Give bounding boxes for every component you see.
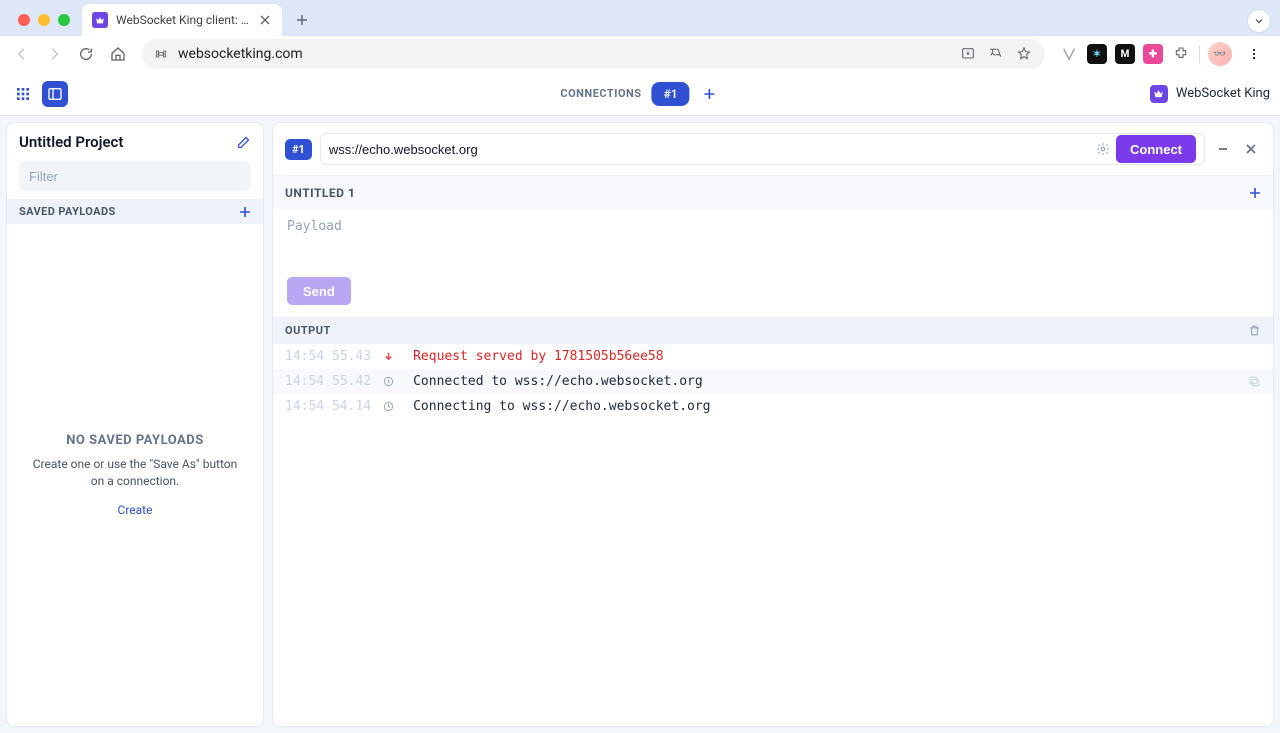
copy-icon[interactable] <box>1248 375 1261 388</box>
minimize-panel-icon[interactable] <box>1213 139 1233 159</box>
output-label: OUTPUT <box>285 324 331 337</box>
add-payload-tab-icon[interactable] <box>1249 187 1261 199</box>
browser-tab[interactable]: WebSocket King client: A test <box>82 4 282 36</box>
connection-panel: #1 Connect UNTITLED 1 <box>272 122 1274 727</box>
extension-v-icon[interactable] <box>1059 44 1079 64</box>
sidebar: Untitled Project SAVED PAYLOADS NO SAVED… <box>6 122 264 727</box>
bookmark-star-icon[interactable] <box>1015 45 1033 63</box>
profile-avatar[interactable]: 👓 <box>1208 42 1232 66</box>
translate-icon[interactable] <box>987 45 1005 63</box>
arrow-down-icon <box>381 351 395 362</box>
output-row[interactable]: 14:54 55.43 Request served by 1781505b56e… <box>273 344 1273 369</box>
clock-icon <box>381 401 395 412</box>
output-message: Connected to wss://echo.websocket.org <box>405 374 703 389</box>
output-message: Connecting to wss://echo.websocket.org <box>405 399 710 414</box>
project-title: Untitled Project <box>19 133 123 151</box>
extension-react-icon[interactable]: ✶ <box>1087 44 1107 64</box>
add-payload-icon[interactable] <box>239 206 251 218</box>
window-controls <box>8 14 82 36</box>
create-payload-link[interactable]: Create <box>118 503 153 517</box>
connection-settings-icon[interactable] <box>1096 142 1110 156</box>
minimize-window-button[interactable] <box>38 14 50 26</box>
output-timestamp: 14:54 55.43 <box>285 349 371 364</box>
payload-tab[interactable]: UNTITLED 1 <box>285 186 355 200</box>
browser-menu-icon[interactable] <box>1240 40 1268 68</box>
browser-toolbar: websocketking.com ✶ M ✚ 👓 <box>0 36 1280 72</box>
ws-url-field[interactable]: Connect <box>320 133 1205 165</box>
forward-button[interactable] <box>40 40 68 68</box>
install-app-icon[interactable] <box>959 45 977 63</box>
crown-icon <box>1150 85 1168 103</box>
browser-chrome: WebSocket King client: A test <box>0 0 1280 72</box>
grid-view-button[interactable] <box>10 81 36 107</box>
close-window-button[interactable] <box>18 14 30 26</box>
ws-url-input[interactable] <box>329 142 1090 157</box>
edit-project-icon[interactable] <box>236 135 251 150</box>
divider <box>1199 45 1200 63</box>
tabs-dropdown-button[interactable] <box>1248 10 1270 32</box>
filter-input[interactable] <box>19 161 251 191</box>
output-message: Request served by 1781505b56ee58 <box>405 349 663 364</box>
url-text: websocketking.com <box>178 46 949 62</box>
maximize-window-button[interactable] <box>58 14 70 26</box>
payload-textarea[interactable] <box>287 219 1259 269</box>
output-row[interactable]: 14:54 55.42 Connected to wss://echo.webso… <box>273 369 1273 394</box>
new-tab-button[interactable] <box>288 6 316 34</box>
tab-title: WebSocket King client: A test <box>116 13 250 27</box>
extensions-puzzle-icon[interactable] <box>1171 44 1191 64</box>
send-button[interactable]: Send <box>287 277 351 305</box>
app-header: CONNECTIONS #1 WebSocket King <box>0 72 1280 116</box>
connection-number-badge: #1 <box>285 139 312 160</box>
output-timestamp: 14:54 54.14 <box>285 399 371 414</box>
extension-md-icon[interactable]: M <box>1115 44 1135 64</box>
address-bar[interactable]: websocketking.com <box>142 39 1045 69</box>
empty-title: NO SAVED PAYLOADS <box>66 433 204 448</box>
connection-tab-1[interactable]: #1 <box>652 82 690 106</box>
sidebar-toggle-button[interactable] <box>42 81 68 107</box>
empty-text: Create one or use the "Save As" button o… <box>27 456 243 490</box>
reload-button[interactable] <box>72 40 100 68</box>
back-button[interactable] <box>8 40 36 68</box>
empty-payloads-state: NO SAVED PAYLOADS Create one or use the … <box>7 224 263 726</box>
saved-payloads-label: SAVED PAYLOADS <box>19 205 116 218</box>
extension-pink-icon[interactable]: ✚ <box>1143 44 1163 64</box>
output-timestamp: 14:54 55.42 <box>285 374 371 389</box>
clear-output-icon[interactable] <box>1248 324 1261 337</box>
home-button[interactable] <box>104 40 132 68</box>
output-log: 14:54 55.43 Request served by 1781505b56e… <box>273 344 1273 419</box>
add-connection-button[interactable] <box>700 84 720 104</box>
connections-label: CONNECTIONS <box>560 87 641 100</box>
extensions-area: ✶ M ✚ 👓 <box>1055 40 1272 68</box>
app-root: CONNECTIONS #1 WebSocket King Untitled P… <box>0 72 1280 733</box>
output-row[interactable]: 14:54 54.14 Connecting to wss://echo.webs… <box>273 394 1273 419</box>
close-panel-icon[interactable] <box>1241 139 1261 159</box>
brand-name: WebSocket King <box>1176 86 1270 101</box>
site-info-icon[interactable] <box>154 47 168 61</box>
connect-button[interactable]: Connect <box>1116 135 1196 163</box>
crown-icon <box>92 12 108 28</box>
clock-icon <box>381 376 395 387</box>
close-tab-icon[interactable] <box>258 13 272 27</box>
